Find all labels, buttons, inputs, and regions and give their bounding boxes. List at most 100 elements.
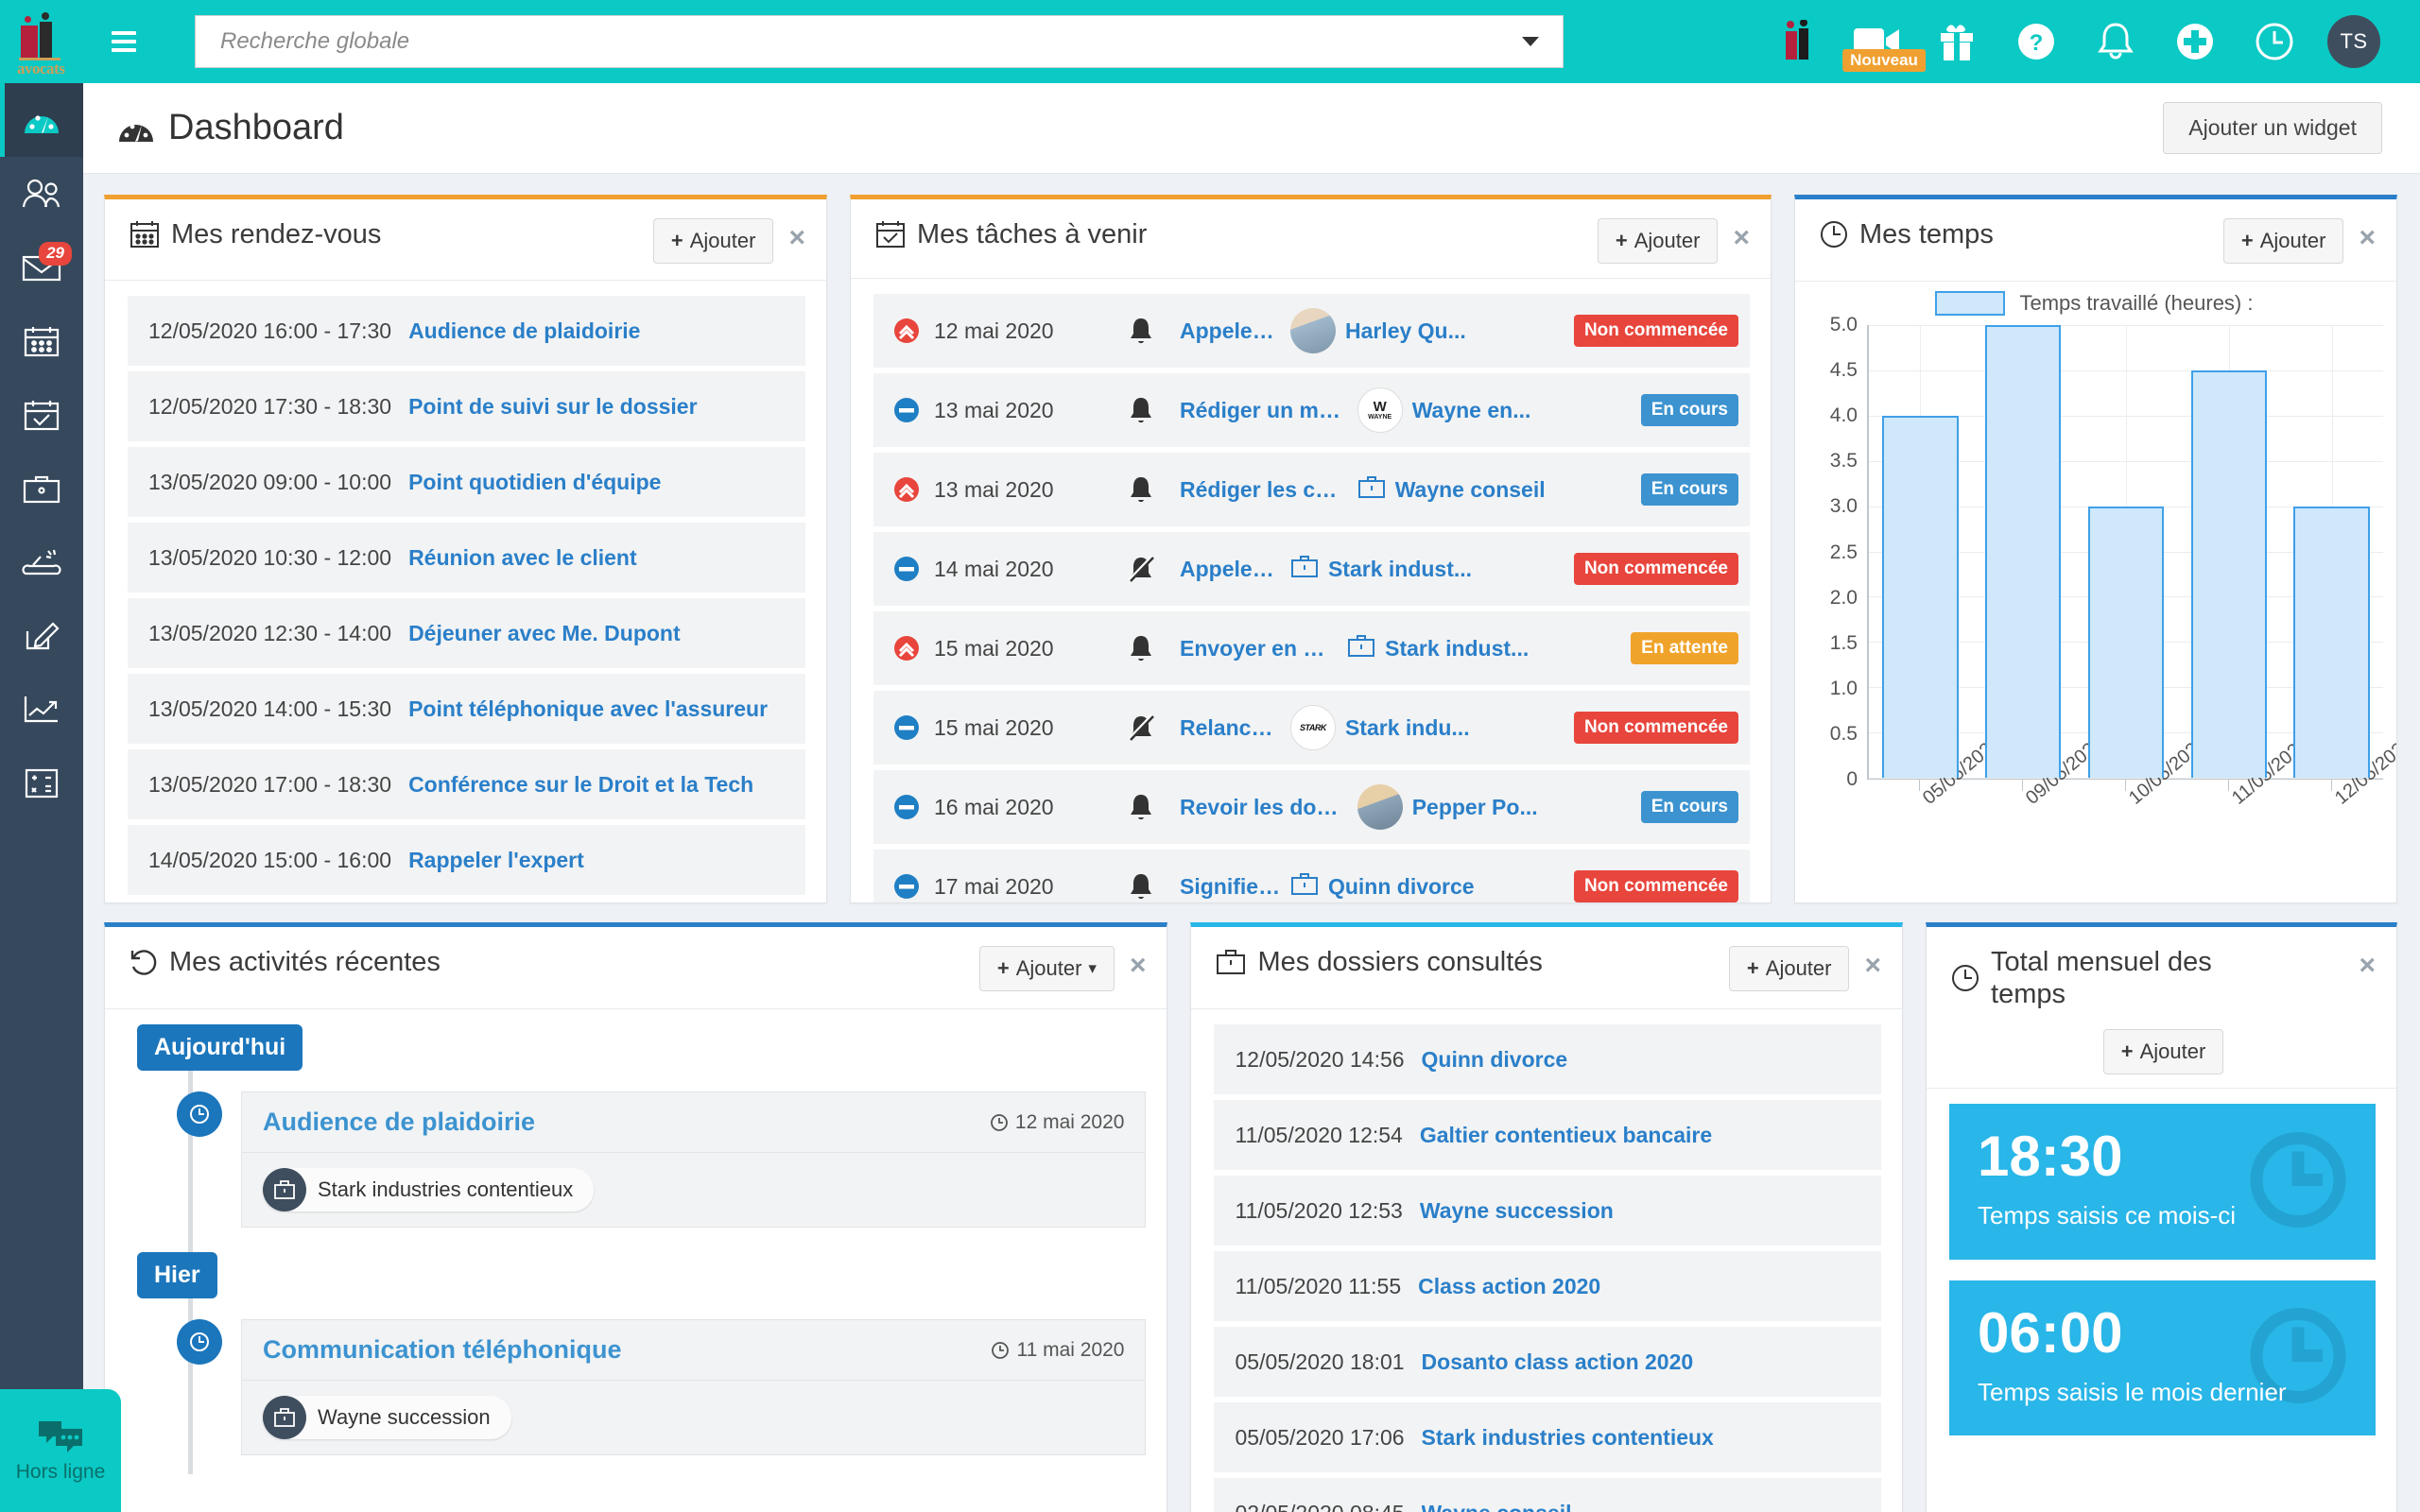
activity-card[interactable]: Audience de plaidoirie 12 mai 2020 Stark… — [241, 1091, 1147, 1228]
list-item[interactable]: 12/05/2020 16:00 - 17:30 Audience de plai… — [128, 296, 805, 367]
chart-bar[interactable] — [2087, 506, 2165, 778]
sidebar-item-scanner[interactable] — [0, 525, 83, 599]
appointment-title[interactable]: Point téléphonique avec l'assureur — [408, 696, 768, 722]
add-widget-button[interactable]: Ajouter un widget — [2163, 102, 2382, 154]
appointment-title[interactable]: Rappeler l'expert — [408, 848, 584, 873]
task-title[interactable]: Signifier l'acte de... — [1180, 874, 1281, 900]
task-client[interactable]: Stark indust... — [1290, 554, 1564, 584]
chart-bar[interactable] — [1984, 325, 2062, 778]
close-icon[interactable]: × — [1733, 218, 1750, 252]
appointment-title[interactable]: Réunion avec le client — [408, 545, 637, 571]
table-row[interactable]: 12 mai 2020 Appeler le client Harley Qu.… — [873, 294, 1750, 369]
task-title[interactable]: Appeler l'expert — [1180, 557, 1281, 582]
table-row[interactable]: 14 mai 2020 Appeler l'expert Stark indus… — [873, 532, 1750, 607]
chart-bar[interactable] — [2190, 369, 2268, 778]
appointment-title[interactable]: Audience de plaidoirie — [408, 318, 640, 344]
app-logo[interactable]: avocats — [0, 0, 83, 83]
add-task-button[interactable]: + Ajouter — [1597, 218, 1719, 264]
search-input[interactable] — [195, 15, 1564, 68]
table-row[interactable]: 13 mai 2020 Rédiger les conclu... Wayne … — [873, 453, 1750, 527]
list-item[interactable]: 02/05/2020 08:45 Wayne conseil — [1214, 1478, 1882, 1512]
activity-folder-tag[interactable]: Stark industries contentieux — [263, 1168, 595, 1211]
close-icon[interactable]: × — [2359, 218, 2376, 252]
task-client[interactable]: STARK Stark indu... — [1289, 705, 1564, 751]
add-activity-button[interactable]: + Ajouter ▾ — [978, 946, 1115, 991]
list-item[interactable]: 11/05/2020 11:55 Class action 2020 — [1214, 1251, 1882, 1321]
sidebar-item-agenda[interactable] — [0, 304, 83, 378]
folder-title[interactable]: Galtier contentieux bancaire — [1420, 1123, 1712, 1148]
task-title[interactable]: Envoyer en RAR... — [1180, 636, 1338, 662]
folder-title[interactable]: Class action 2020 — [1418, 1274, 1600, 1299]
close-icon[interactable]: × — [788, 218, 805, 252]
sidebar-item-taches[interactable] — [0, 378, 83, 452]
task-client[interactable]: Quinn divorce — [1290, 871, 1564, 902]
menu-toggle-icon[interactable] — [95, 31, 153, 52]
chart-bar[interactable] — [2293, 506, 2370, 778]
table-row[interactable]: 17 mai 2020 Signifier l'acte de... Quinn… — [873, 850, 1750, 902]
list-item[interactable]: 11/05/2020 12:54 Galtier contentieux banc… — [1214, 1100, 1882, 1170]
sidebar-item-comptabilite[interactable] — [0, 747, 83, 820]
task-title[interactable]: Rédiger un mémo — [1180, 398, 1348, 423]
gift-icon[interactable] — [1917, 0, 1996, 83]
close-icon[interactable]: × — [1864, 946, 1881, 980]
close-icon[interactable]: × — [1130, 946, 1147, 980]
task-client[interactable]: Harley Qu... — [1289, 308, 1564, 354]
chat-status-button[interactable]: Hors ligne — [0, 1389, 121, 1512]
sidebar-item-statistiques[interactable] — [0, 673, 83, 747]
chart-bar[interactable] — [1882, 415, 1959, 778]
folder-title[interactable]: Stark industries contentieux — [1422, 1425, 1714, 1451]
activity-folder-tag[interactable]: Wayne succession — [263, 1396, 511, 1439]
folder-title[interactable]: Quinn divorce — [1422, 1047, 1568, 1073]
list-item[interactable]: 13/05/2020 09:00 - 10:00 Point quotidien … — [128, 447, 805, 518]
folder-title[interactable]: Dosanto class action 2020 — [1422, 1349, 1694, 1375]
task-client[interactable]: Wayne conseil — [1357, 474, 1632, 505]
list-item[interactable]: 11/05/2020 12:53 Wayne succession — [1214, 1176, 1882, 1246]
sidebar-item-dashboard[interactable] — [0, 83, 83, 157]
list-item[interactable]: 12/05/2020 14:56 Quinn divorce — [1214, 1024, 1882, 1094]
help-icon[interactable]: ? — [1996, 0, 2076, 83]
avatar[interactable]: TS — [2314, 0, 2394, 83]
appointment-title[interactable]: Point de suivi sur le dossier — [408, 394, 697, 420]
bell-icon[interactable] — [2076, 0, 2155, 83]
list-item[interactable]: 13/05/2020 10:30 - 12:00 Réunion avec le … — [128, 523, 805, 593]
activity-title[interactable]: Communication téléphonique — [263, 1335, 622, 1365]
appointment-title[interactable]: Point quotidien d'équipe — [408, 470, 661, 495]
list-item[interactable]: 05/05/2020 17:06 Stark industries content… — [1214, 1402, 1882, 1472]
add-time-button[interactable]: + Ajouter — [2222, 218, 2344, 264]
table-row[interactable]: 15 mai 2020 Envoyer en RAR... Stark indu… — [873, 611, 1750, 686]
table-row[interactable]: 13 mai 2020 Rédiger un mémo W WAYNE Wayne… — [873, 373, 1750, 448]
sidebar-item-redaction[interactable] — [0, 599, 83, 673]
activity-card[interactable]: Communication téléphonique 11 mai 2020 W… — [241, 1319, 1147, 1455]
task-client[interactable]: Stark indust... — [1347, 633, 1621, 663]
add-appointment-button[interactable]: + Ajouter — [652, 218, 774, 264]
plus-circle-icon[interactable] — [2155, 0, 2235, 83]
list-item[interactable]: 13/05/2020 17:00 - 18:30 Conférence sur l… — [128, 749, 805, 820]
task-title[interactable]: Revoir les docume... — [1180, 795, 1348, 820]
list-item[interactable]: 05/05/2020 18:01 Dosanto class action 202… — [1214, 1327, 1882, 1397]
chevron-down-icon[interactable] — [1522, 37, 1539, 46]
task-title[interactable]: Rédiger les conclu... — [1180, 477, 1348, 503]
sidebar-item-contacts[interactable] — [0, 157, 83, 231]
list-item[interactable]: 14/05/2020 15:00 - 16:00 Rappeler l'exper… — [128, 825, 805, 896]
table-row[interactable]: 15 mai 2020 Relancer le compt... STARK S… — [873, 691, 1750, 765]
task-client[interactable]: W WAYNE Wayne en... — [1357, 387, 1632, 434]
add-monthly-time-button[interactable]: + Ajouter — [2102, 1029, 2224, 1075]
task-client[interactable]: Pepper Po... — [1357, 784, 1632, 831]
clock-icon[interactable] — [2235, 0, 2314, 83]
list-item[interactable]: 13/05/2020 12:30 - 14:00 Déjeuner avec Me… — [128, 598, 805, 669]
appointment-title[interactable]: Conférence sur le Droit et la Tech — [408, 772, 753, 798]
folder-title[interactable]: Wayne succession — [1420, 1198, 1614, 1224]
task-title[interactable]: Appeler le client — [1180, 318, 1281, 344]
list-item[interactable]: 13/05/2020 14:00 - 15:30 Point téléphoniq… — [128, 674, 805, 745]
sidebar-item-dossiers[interactable] — [0, 452, 83, 525]
table-row[interactable]: 16 mai 2020 Revoir les docume... Pepper … — [873, 770, 1750, 845]
folder-title[interactable]: Wayne conseil — [1422, 1501, 1572, 1512]
task-title[interactable]: Relancer le compt... — [1180, 715, 1281, 741]
activity-title[interactable]: Audience de plaidoirie — [263, 1108, 535, 1137]
sidebar-item-messages[interactable]: 29 — [0, 231, 83, 304]
list-item[interactable]: 12/05/2020 17:30 - 18:30 Point de suivi s… — [128, 371, 805, 442]
add-folder-button[interactable]: + Ajouter — [1728, 946, 1850, 991]
appointment-title[interactable]: Déjeuner avec Me. Dupont — [408, 621, 681, 646]
close-icon[interactable]: × — [2359, 946, 2376, 980]
brand-logo-icon[interactable] — [1758, 0, 1838, 83]
